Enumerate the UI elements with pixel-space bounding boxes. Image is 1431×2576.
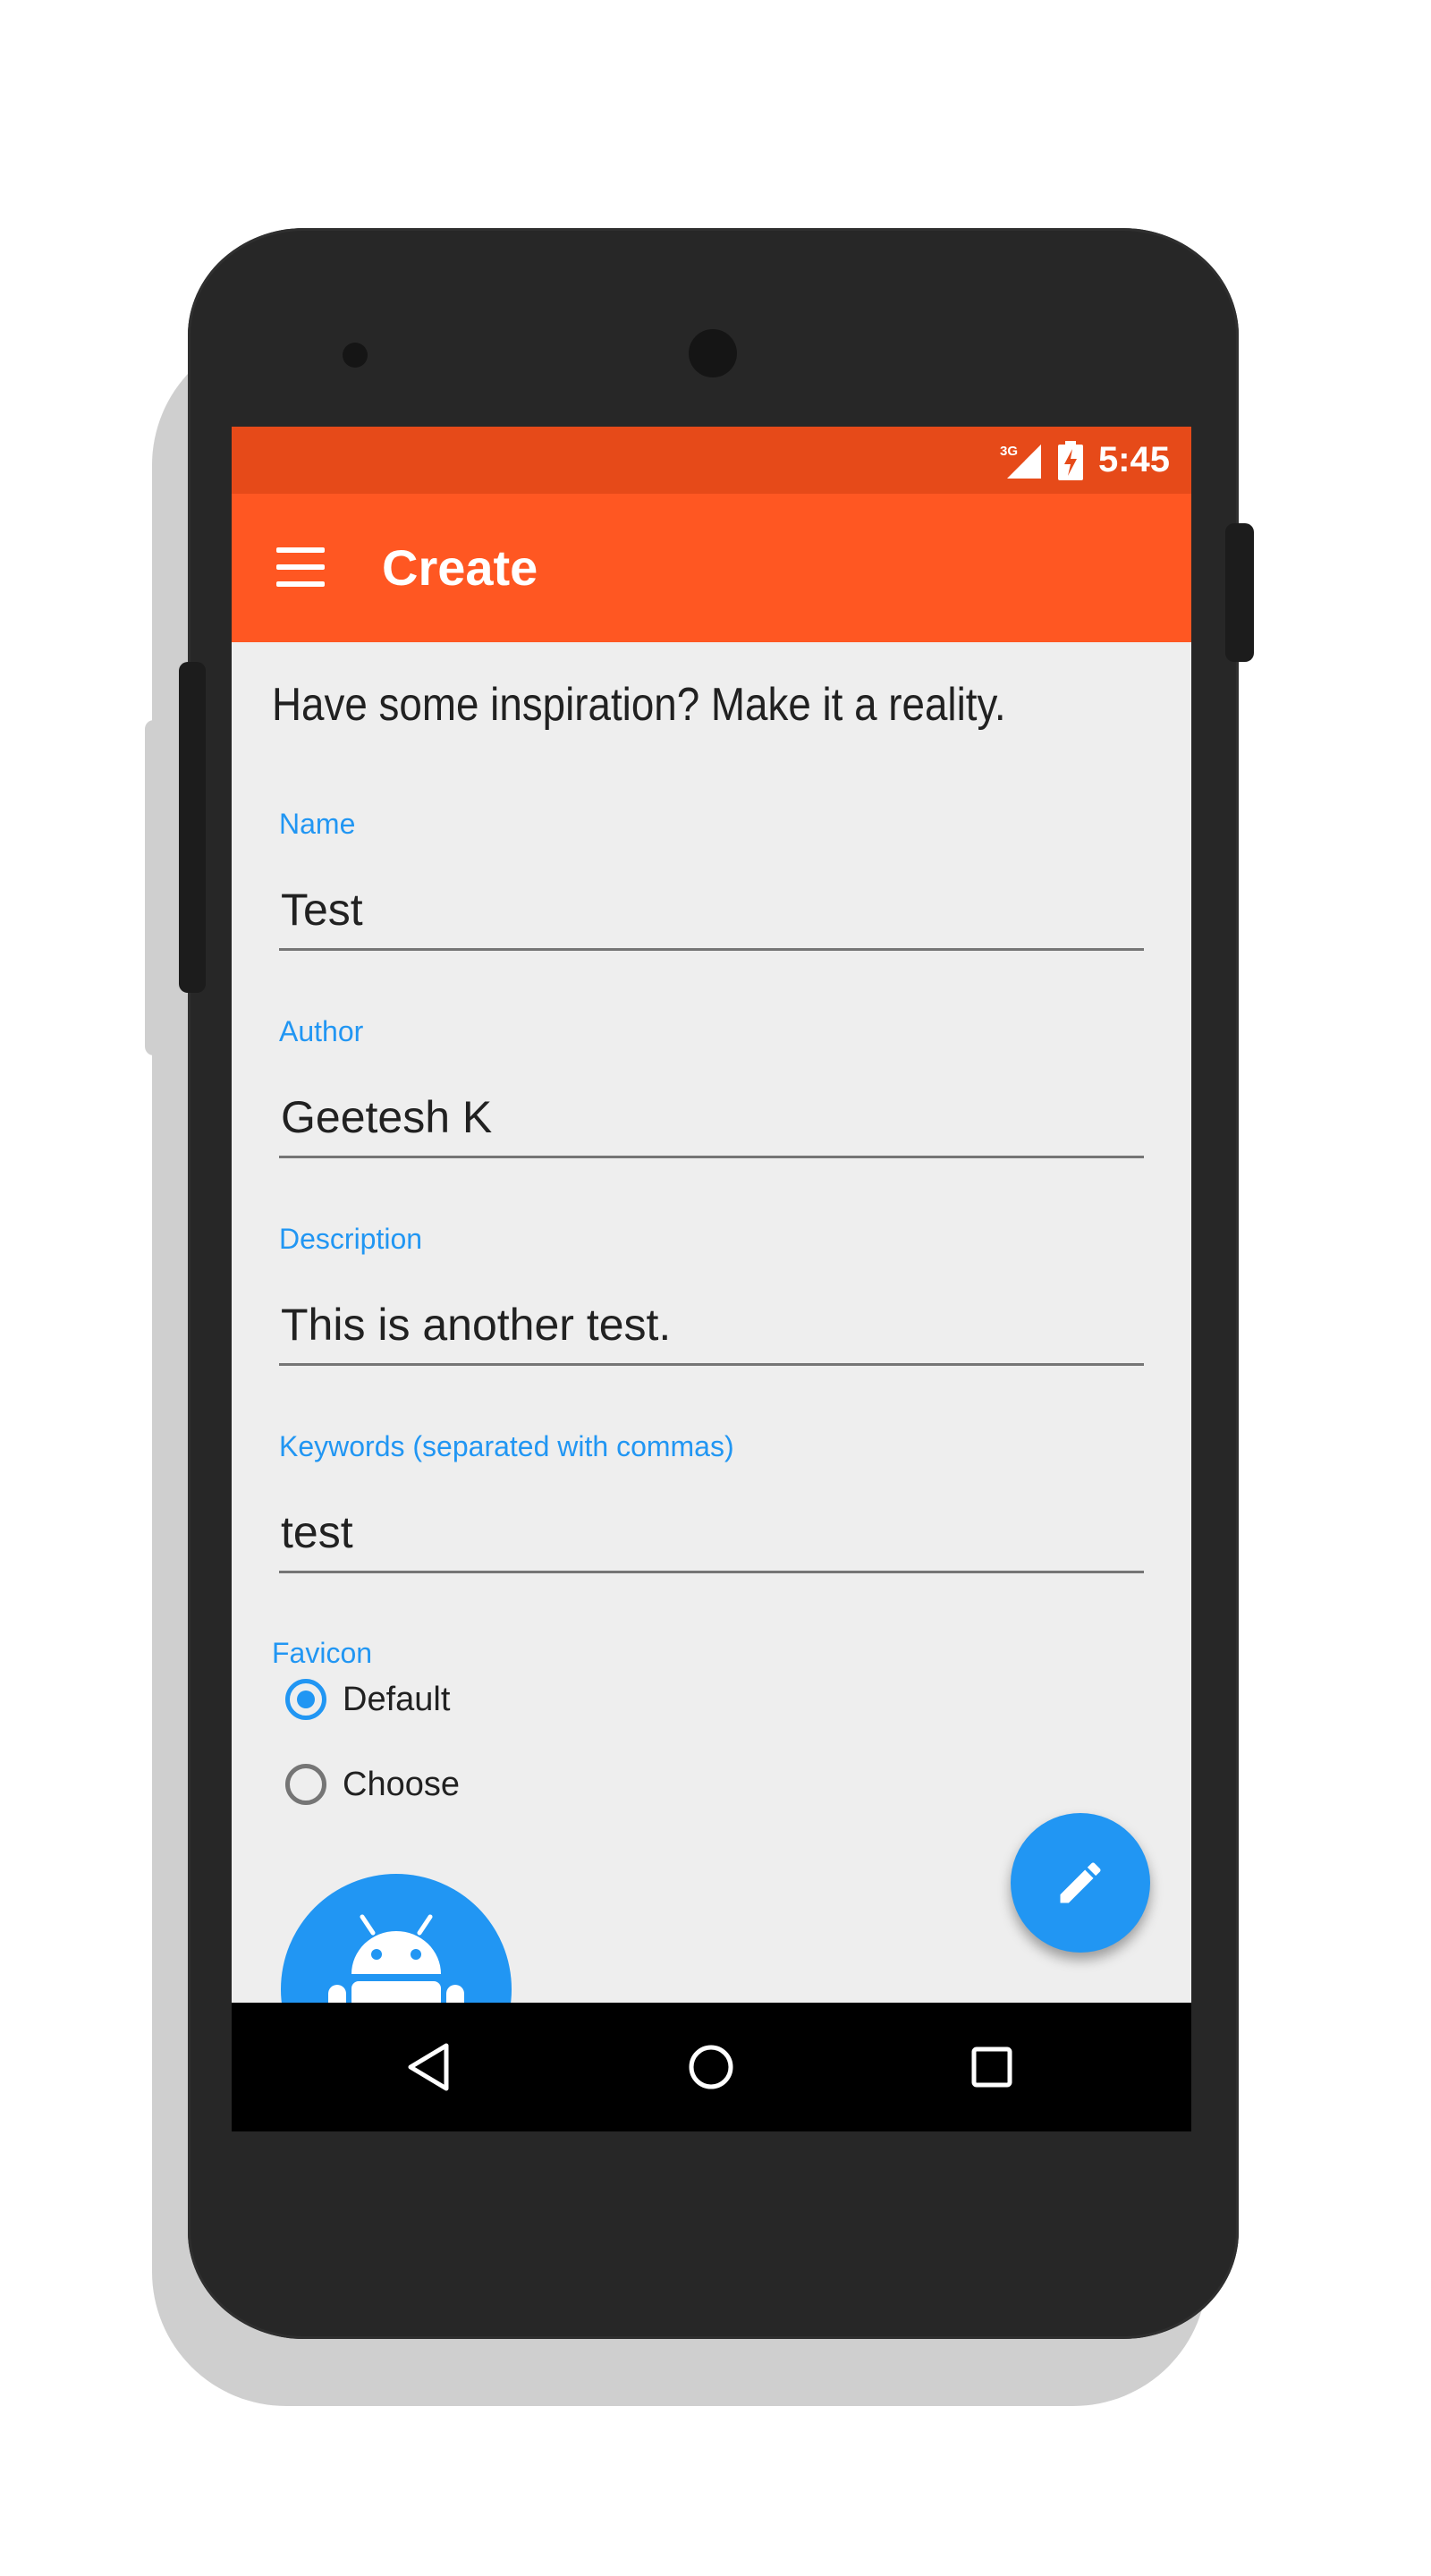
recents-square-icon — [971, 2046, 1012, 2088]
home-circle-icon — [689, 2045, 733, 2089]
back-button[interactable] — [403, 2040, 457, 2094]
radio-choose-label: Choose — [343, 1765, 460, 1803]
radio-default-label: Default — [343, 1680, 451, 1718]
status-icons: 3G 5:45 — [998, 427, 1170, 494]
battery-charging-icon — [1057, 440, 1083, 480]
power-button — [1225, 523, 1254, 662]
author-label: Author — [279, 1015, 364, 1047]
volume-button — [179, 662, 206, 993]
stage: 3G 5:45 Create Have some inspiration? Ma… — [0, 0, 1431, 2576]
app-title: Create — [382, 539, 538, 596]
front-camera — [689, 329, 737, 377]
sensor-dot — [343, 343, 368, 368]
back-triangle-icon — [408, 2043, 449, 2091]
status-bar: 3G 5:45 — [232, 427, 1191, 494]
favicon-label: Favicon — [272, 1637, 373, 1669]
radio-default-circle[interactable] — [285, 1679, 326, 1720]
home-button[interactable] — [684, 2040, 738, 2094]
name-input[interactable] — [279, 870, 1144, 951]
radio-choose-circle[interactable] — [285, 1764, 326, 1805]
screen: 3G 5:45 Create Have some inspiration? Ma… — [232, 427, 1191, 2131]
keywords-label: Keywords (separated with commas) — [279, 1430, 734, 1462]
keywords-input[interactable] — [279, 1493, 1144, 1573]
radio-choose[interactable]: Choose — [285, 1764, 460, 1805]
network-type-label: 3G — [1000, 444, 1018, 459]
radio-default[interactable]: Default — [285, 1679, 450, 1720]
status-time: 5:45 — [1097, 440, 1170, 479]
signal-3g-icon: 3G — [1000, 444, 1041, 479]
recents-button[interactable] — [965, 2040, 1019, 2094]
name-label: Name — [279, 808, 356, 840]
create-form: Have some inspiration? Make it a reality… — [232, 642, 1191, 2105]
pencil-edit-icon — [1060, 1862, 1101, 1903]
app-bar: Create — [232, 494, 1191, 642]
hamburger-menu-icon[interactable] — [276, 547, 325, 587]
navigation-bar — [232, 2003, 1191, 2131]
shadow-side-button — [145, 720, 172, 1055]
description-input[interactable] — [279, 1285, 1144, 1366]
form-headline: Have some inspiration? Make it a reality… — [272, 679, 1006, 731]
description-label: Description — [279, 1223, 423, 1255]
author-input[interactable] — [279, 1078, 1144, 1158]
edit-fab-button[interactable] — [1011, 1813, 1150, 1953]
